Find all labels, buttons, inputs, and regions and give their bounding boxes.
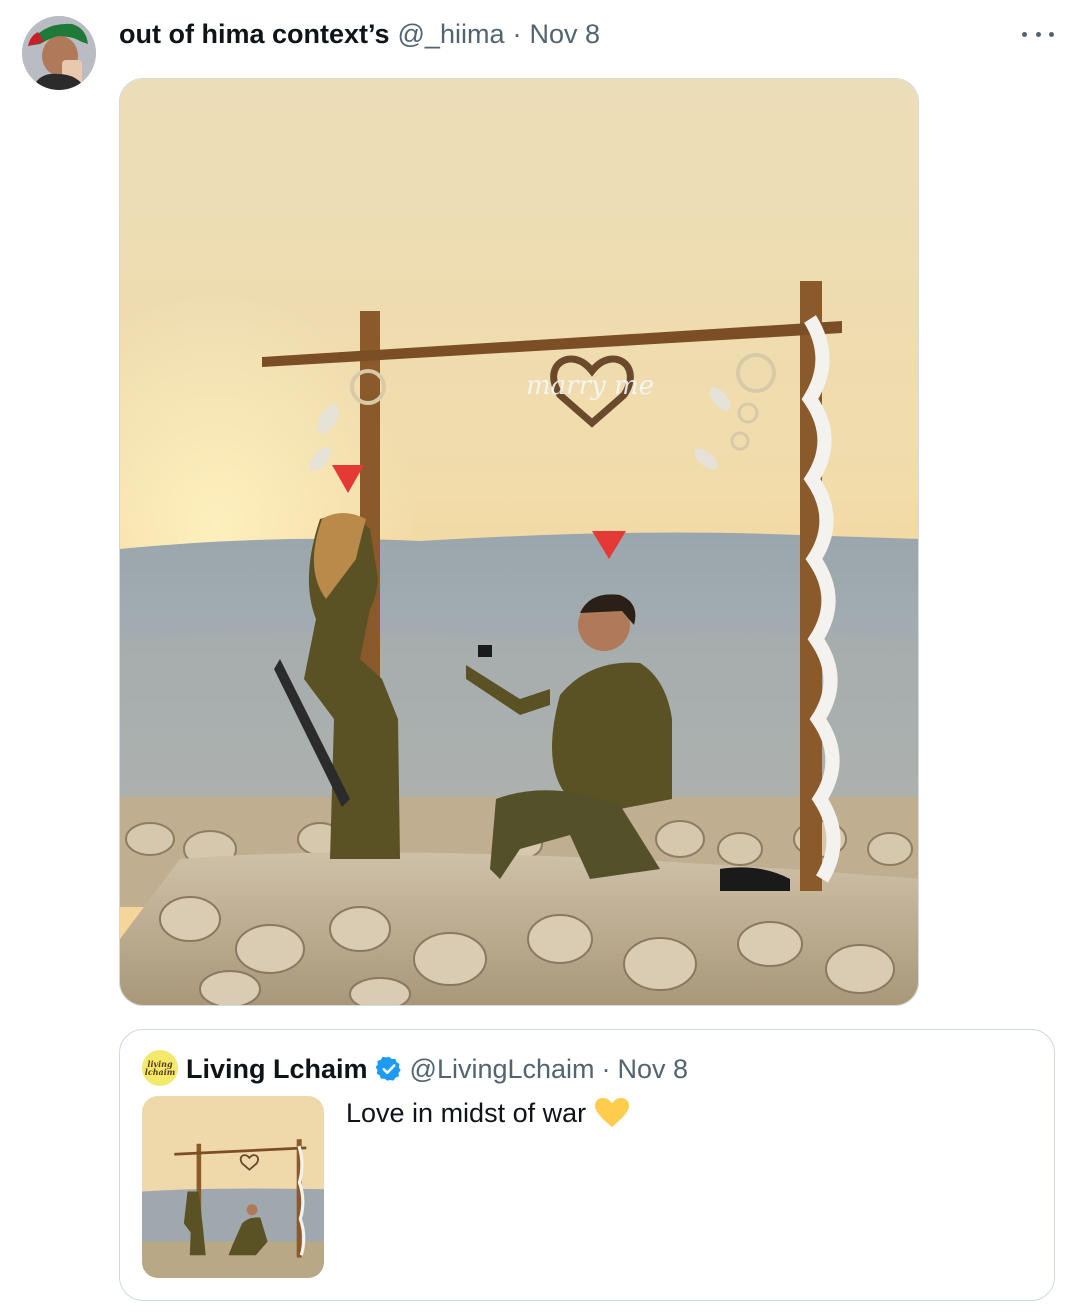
quoted-photo-thumbnail[interactable]: [142, 1096, 324, 1278]
quoted-tweet[interactable]: living lchaim Living Lchaim @LivingLchai…: [119, 1029, 1055, 1301]
quoted-author-name[interactable]: Living Lchaim: [186, 1054, 368, 1085]
author-avatar[interactable]: [22, 16, 96, 90]
more-options-icon[interactable]: [1022, 20, 1054, 48]
separator-dot: ·: [512, 18, 522, 49]
verified-badge-icon: [375, 1055, 403, 1083]
quoted-avatar-logo-text: living lchaim: [144, 1059, 176, 1077]
quoted-tweet-text: Love in midst of war: [346, 1094, 630, 1132]
tweet-photo[interactable]: marry me: [119, 78, 919, 1006]
quoted-separator-dot: ·: [601, 1053, 611, 1084]
timestamp[interactable]: Nov 8: [529, 19, 600, 50]
author-handle[interactable]: @_hiima: [398, 19, 505, 50]
quoted-header: Living Lchaim @LivingLchaim · Nov 8: [186, 1050, 688, 1088]
author-name[interactable]: out of hima context’s: [119, 19, 390, 50]
quoted-author-avatar[interactable]: living lchaim: [142, 1050, 178, 1086]
dot-1: [1022, 31, 1027, 37]
sign-text: marry me: [526, 371, 654, 401]
quoted-author-handle[interactable]: @LivingLchaim: [410, 1054, 595, 1085]
dot-3: [1049, 31, 1054, 37]
yellow-heart-icon: [594, 1097, 630, 1129]
tweet[interactable]: out of hima context’s @_hiima · Nov 8 ma…: [0, 0, 1080, 1316]
dot-2: [1035, 31, 1041, 37]
tweet-header: out of hima context’s @_hiima · Nov 8: [119, 14, 600, 54]
proposal-photo: marry me: [120, 79, 918, 1005]
quoted-tweet-body: Love in midst of war: [346, 1098, 587, 1128]
quoted-timestamp[interactable]: Nov 8: [618, 1054, 689, 1085]
